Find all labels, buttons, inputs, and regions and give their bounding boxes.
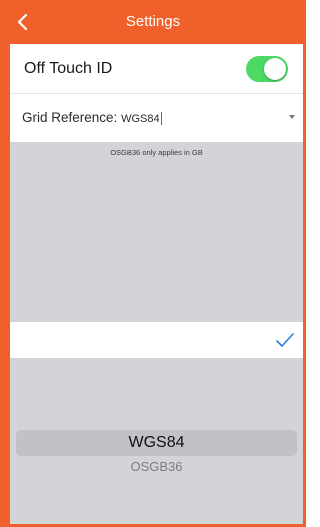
picker-option-osgb36[interactable]: OSGB36: [10, 456, 303, 478]
touch-id-row: Off Touch ID: [10, 44, 303, 94]
frame-left-border: [0, 0, 10, 527]
touch-id-toggle[interactable]: [246, 56, 288, 82]
grid-reference-value[interactable]: WGS84: [121, 113, 160, 125]
grid-reference-field[interactable]: Grid Reference: WGS84: [10, 94, 303, 142]
picker-toolbar: [10, 322, 303, 358]
text-cursor: [160, 111, 162, 125]
info-panel: OSGB36 only applies in GB: [10, 142, 303, 322]
toggle-knob: [264, 58, 286, 80]
picker-option-wgs84[interactable]: WGS84: [10, 430, 303, 456]
grid-note: OSGB36 only applies in GB: [110, 148, 203, 157]
grid-reference-picker[interactable]: WGS84 OSGB36: [10, 358, 303, 524]
dropdown-arrow-icon[interactable]: [289, 115, 295, 119]
grid-reference-label-text: Grid Reference:: [22, 110, 118, 125]
page-title: Settings: [125, 13, 181, 30]
touch-id-label: Off Touch ID: [24, 60, 113, 77]
checkmark-icon[interactable]: [275, 331, 295, 349]
nav-header: Settings: [0, 0, 306, 44]
frame-right-border: [303, 0, 306, 527]
grid-reference-label: Grid Reference: WGS84: [22, 94, 162, 143]
